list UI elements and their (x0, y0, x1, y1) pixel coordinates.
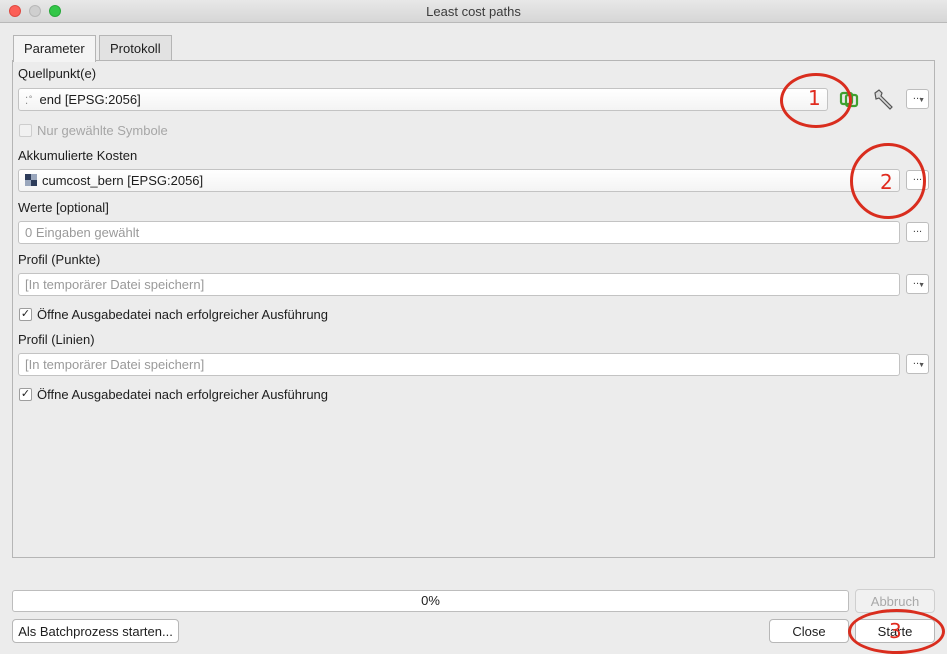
wrench-icon[interactable] (872, 88, 896, 112)
tab-protokoll[interactable]: Protokoll (99, 35, 172, 61)
raster-layer-icon (25, 174, 37, 186)
profile-points-open-label: Öffne Ausgabedatei nach erfolgreicher Au… (37, 307, 329, 322)
values-input[interactable]: 0 Eingaben gewählt (18, 221, 900, 244)
annotation-number-1: 1 (808, 86, 821, 110)
profile-points-input[interactable]: [In temporärer Datei speichern] (18, 273, 900, 296)
progress-bar: 0% (12, 590, 849, 612)
source-points-options-button[interactable]: ... ▼ (906, 89, 929, 109)
accumulated-cost-label: Akkumulierte Kosten (18, 148, 138, 163)
profile-lines-options-button[interactable]: ... ▼ (906, 354, 929, 374)
annotation-number-2: 2 (880, 170, 893, 194)
title-bar: Least cost paths (0, 0, 947, 23)
values-placeholder: 0 Eingaben gewählt (25, 225, 140, 240)
profile-points-options-button[interactable]: ... ▼ (906, 274, 929, 294)
profile-lines-placeholder: [In temporärer Datei speichern] (25, 357, 205, 372)
close-button[interactable]: Close (769, 619, 849, 643)
values-label: Werte [optional] (18, 200, 109, 215)
source-points-combo[interactable]: ⁚˚ end [EPSG:2056] (18, 88, 828, 111)
chevron-down-icon: ▼ (918, 282, 925, 289)
chevron-down-icon: ▼ (918, 362, 925, 369)
profile-lines-open-checkbox[interactable]: ✓ (19, 388, 32, 401)
point-layer-icon: ⁚˚ (25, 96, 34, 107)
annotation-number-3: 3 (889, 619, 902, 643)
accumulated-cost-combo[interactable]: cumcost_bern [EPSG:2056] (18, 169, 900, 192)
values-browse-button[interactable]: ... (906, 222, 929, 242)
chevron-down-icon: ▼ (918, 97, 925, 104)
profile-lines-label: Profil (Linien) (18, 332, 95, 347)
progress-text: 0% (421, 593, 440, 608)
selected-only-label: Nur gewählte Symbole (37, 123, 168, 138)
profile-points-label: Profil (Punkte) (18, 252, 101, 267)
batch-process-button[interactable]: Als Batchprozess starten... (12, 619, 179, 643)
source-points-value: end [EPSG:2056] (39, 92, 141, 107)
accumulated-cost-value: cumcost_bern [EPSG:2056] (42, 173, 204, 188)
profile-points-placeholder: [In temporärer Datei speichern] (25, 277, 205, 292)
source-points-label: Quellpunkt(e) (18, 66, 97, 81)
tab-parameter[interactable]: Parameter (13, 35, 96, 62)
profile-points-open-checkbox[interactable]: ✓ (19, 308, 32, 321)
window-title: Least cost paths (426, 4, 521, 19)
selected-only-checkbox[interactable] (19, 124, 32, 137)
profile-lines-open-label: Öffne Ausgabedatei nach erfolgreicher Au… (37, 387, 329, 402)
profile-lines-input[interactable]: [In temporärer Datei speichern] (18, 353, 900, 376)
